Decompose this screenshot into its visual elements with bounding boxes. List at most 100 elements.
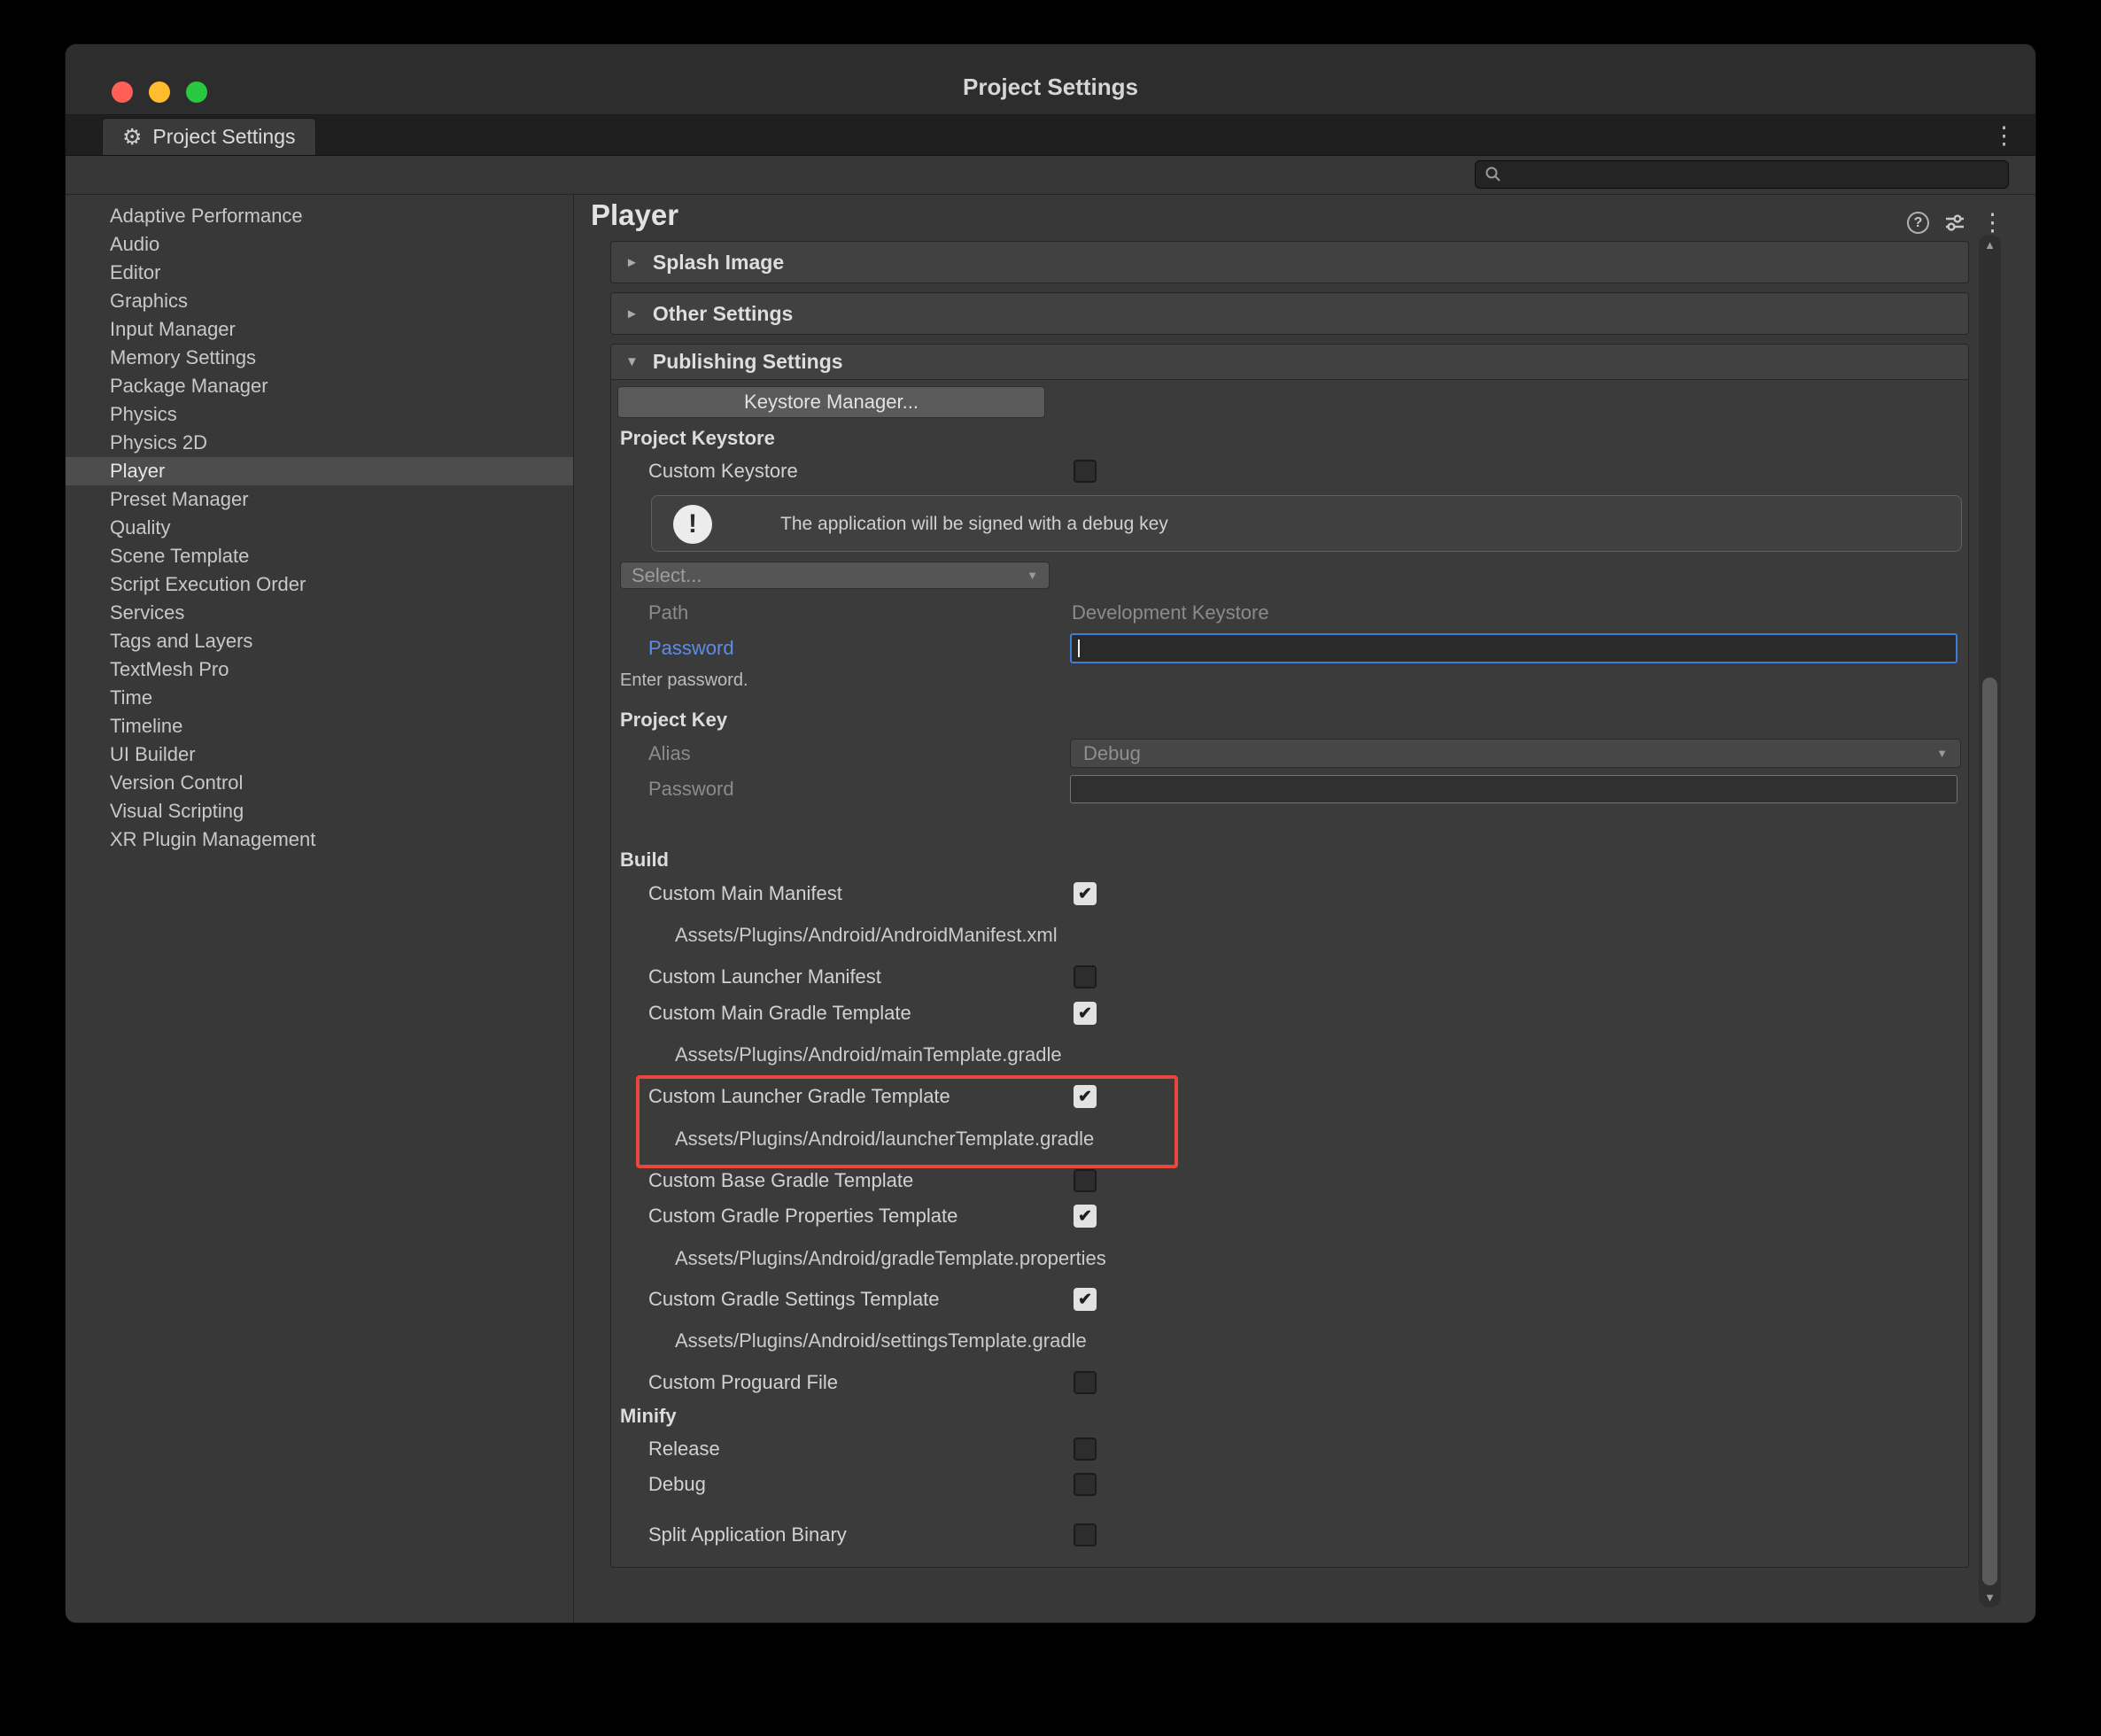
preset-sliders-icon[interactable] (1943, 212, 1966, 235)
keystore-path-row: Path Development Keystore (611, 599, 1968, 627)
custom-main-manifest-row: Custom Main Manifest ✔ (611, 880, 1968, 908)
custom-launcher-manifest-label: Custom Launcher Manifest (648, 965, 881, 988)
sidebar-item-player[interactable]: Player (66, 457, 573, 485)
custom-launcher-manifest-row: Custom Launcher Manifest (611, 963, 1968, 991)
custom-gradle-settings-checkbox[interactable]: ✔ (1074, 1288, 1097, 1311)
check-icon: ✔ (1078, 1004, 1092, 1024)
sidebar-item-xr-plugin-management[interactable]: XR Plugin Management (66, 825, 573, 854)
custom-gradle-properties-checkbox[interactable]: ✔ (1074, 1205, 1097, 1228)
gradle-properties-path-row: Assets/Plugins/Android/gradleTemplate.pr… (611, 1244, 1968, 1273)
chevron-right-icon: ► (625, 255, 639, 270)
zoom-button[interactable] (186, 81, 207, 103)
sidebar-item-version-control[interactable]: Version Control (66, 769, 573, 797)
sidebar-item-visual-scripting[interactable]: Visual Scripting (66, 797, 573, 825)
custom-main-manifest-checkbox[interactable]: ✔ (1074, 882, 1097, 905)
publishing-settings-header[interactable]: ▼ Publishing Settings (611, 345, 1968, 380)
sidebar-item-services[interactable]: Services (66, 599, 573, 627)
main-manifest-path-row: Assets/Plugins/Android/AndroidManifest.x… (611, 921, 1968, 949)
sidebar-item-input-manager[interactable]: Input Manager (66, 315, 573, 344)
custom-launcher-gradle-row: Custom Launcher Gradle Template ✔ (611, 1082, 1968, 1111)
custom-main-manifest-label: Custom Main Manifest (648, 882, 842, 905)
key-password-row: Password (611, 773, 1968, 805)
sidebar-item-tags-and-layers[interactable]: Tags and Layers (66, 627, 573, 655)
key-password-input[interactable] (1070, 775, 1958, 803)
keystore-password-label: Password (648, 637, 734, 660)
sidebar-item-adaptive-performance[interactable]: Adaptive Performance (66, 202, 573, 230)
launcher-gradle-path: Assets/Plugins/Android/launcherTemplate.… (675, 1128, 1094, 1151)
project-settings-window: Project Settings ⚙ Project Settings ⋮ Ad… (66, 44, 2035, 1623)
section-splash-image[interactable]: ► Splash Image (610, 241, 1969, 283)
gradle-settings-path: Assets/Plugins/Android/settingsTemplate.… (675, 1329, 1087, 1352)
minify-header: Minify (611, 1402, 1968, 1430)
sidebar-item-time[interactable]: Time (66, 684, 573, 712)
custom-proguard-checkbox[interactable] (1074, 1371, 1097, 1394)
close-button[interactable] (112, 81, 133, 103)
custom-proguard-label: Custom Proguard File (648, 1371, 838, 1394)
custom-base-gradle-checkbox[interactable] (1074, 1169, 1097, 1192)
gradle-settings-path-row: Assets/Plugins/Android/settingsTemplate.… (611, 1327, 1968, 1355)
section-other-settings[interactable]: ► Other Settings (610, 292, 1969, 335)
sidebar-item-preset-manager[interactable]: Preset Manager (66, 485, 573, 514)
main-manifest-path: Assets/Plugins/Android/AndroidManifest.x… (675, 924, 1058, 947)
publishing-settings-body: Keystore Manager... Project Keystore Cus… (611, 380, 1968, 1567)
dropdown-value: Select... (632, 564, 702, 587)
split-application-binary-checkbox[interactable] (1074, 1523, 1097, 1546)
alias-row: Alias Debug ▼ (611, 738, 1968, 770)
sidebar-item-ui-builder[interactable]: UI Builder (66, 740, 573, 769)
search-input[interactable] (1475, 160, 2009, 189)
alias-dropdown[interactable]: Debug ▼ (1070, 739, 1961, 768)
main-gradle-path: Assets/Plugins/Android/mainTemplate.grad… (675, 1043, 1062, 1066)
minify-debug-checkbox[interactable] (1074, 1473, 1097, 1496)
titlebar[interactable]: Project Settings (66, 44, 2035, 115)
main-gradle-path-row: Assets/Plugins/Android/mainTemplate.grad… (611, 1041, 1968, 1069)
tab-project-settings[interactable]: ⚙ Project Settings (102, 118, 316, 155)
minify-release-checkbox[interactable] (1074, 1438, 1097, 1461)
sidebar-item-scene-template[interactable]: Scene Template (66, 542, 573, 570)
keystore-manager-button[interactable]: Keystore Manager... (617, 386, 1045, 418)
scroll-up-icon[interactable]: ▲ (1979, 238, 2001, 252)
section-label: Other Settings (653, 302, 793, 326)
custom-launcher-manifest-checkbox[interactable] (1074, 965, 1097, 988)
custom-gradle-properties-row: Custom Gradle Properties Template ✔ (611, 1202, 1968, 1230)
keystore-select-dropdown[interactable]: Select... ▼ (620, 562, 1050, 589)
alias-label: Alias (648, 742, 691, 765)
sidebar-item-script-execution-order[interactable]: Script Execution Order (66, 570, 573, 599)
password-hint-row: Enter password. (611, 666, 1968, 694)
launcher-gradle-path-row: Assets/Plugins/Android/launcherTemplate.… (611, 1125, 1968, 1153)
panel-menu-icon[interactable]: ⋮ (1981, 209, 2004, 236)
window-body: Adaptive Performance Audio Editor Graphi… (66, 195, 2035, 1623)
key-password-label: Password (648, 778, 734, 801)
sidebar-item-timeline[interactable]: Timeline (66, 712, 573, 740)
path-label: Path (648, 601, 688, 624)
warning-text: The application will be signed with a de… (780, 496, 1168, 553)
sidebar-item-quality[interactable]: Quality (66, 514, 573, 542)
keystore-password-input[interactable] (1070, 633, 1958, 663)
scroll-down-icon[interactable]: ▼ (1979, 1591, 2001, 1604)
sidebar-item-package-manager[interactable]: Package Manager (66, 372, 573, 400)
sidebar-item-audio[interactable]: Audio (66, 230, 573, 259)
player-settings-panel: Player ? ⋮ ► Splash Image (574, 195, 2035, 1623)
custom-main-gradle-checkbox[interactable]: ✔ (1074, 1002, 1097, 1025)
search-row (66, 156, 2035, 195)
sidebar-item-physics-2d[interactable]: Physics 2D (66, 429, 573, 457)
sidebar-item-memory-settings[interactable]: Memory Settings (66, 344, 573, 372)
sidebar-item-editor[interactable]: Editor (66, 259, 573, 287)
custom-launcher-gradle-label: Custom Launcher Gradle Template (648, 1085, 950, 1108)
sidebar-item-graphics[interactable]: Graphics (66, 287, 573, 315)
custom-keystore-label: Custom Keystore (648, 460, 798, 483)
section-label: Publishing Settings (653, 350, 843, 374)
custom-launcher-gradle-checkbox[interactable]: ✔ (1074, 1085, 1097, 1108)
minimize-button[interactable] (149, 81, 170, 103)
minify-release-label: Release (648, 1438, 720, 1461)
scrollbar-thumb[interactable] (1982, 678, 1997, 1585)
custom-base-gradle-label: Custom Base Gradle Template (648, 1169, 913, 1192)
split-application-binary-label: Split Application Binary (648, 1523, 847, 1546)
custom-keystore-checkbox[interactable] (1074, 460, 1097, 483)
section-publishing-settings: ▼ Publishing Settings Keystore Manager..… (610, 344, 1969, 1568)
help-icon[interactable]: ? (1907, 212, 1929, 234)
project-keystore-header: Project Keystore (611, 424, 1968, 453)
sidebar-item-textmesh-pro[interactable]: TextMesh Pro (66, 655, 573, 684)
vertical-scrollbar[interactable]: ▲ ▼ (1979, 235, 2001, 1608)
tab-strip-menu-icon[interactable]: ⋮ (1992, 122, 2016, 150)
sidebar-item-physics[interactable]: Physics (66, 400, 573, 429)
